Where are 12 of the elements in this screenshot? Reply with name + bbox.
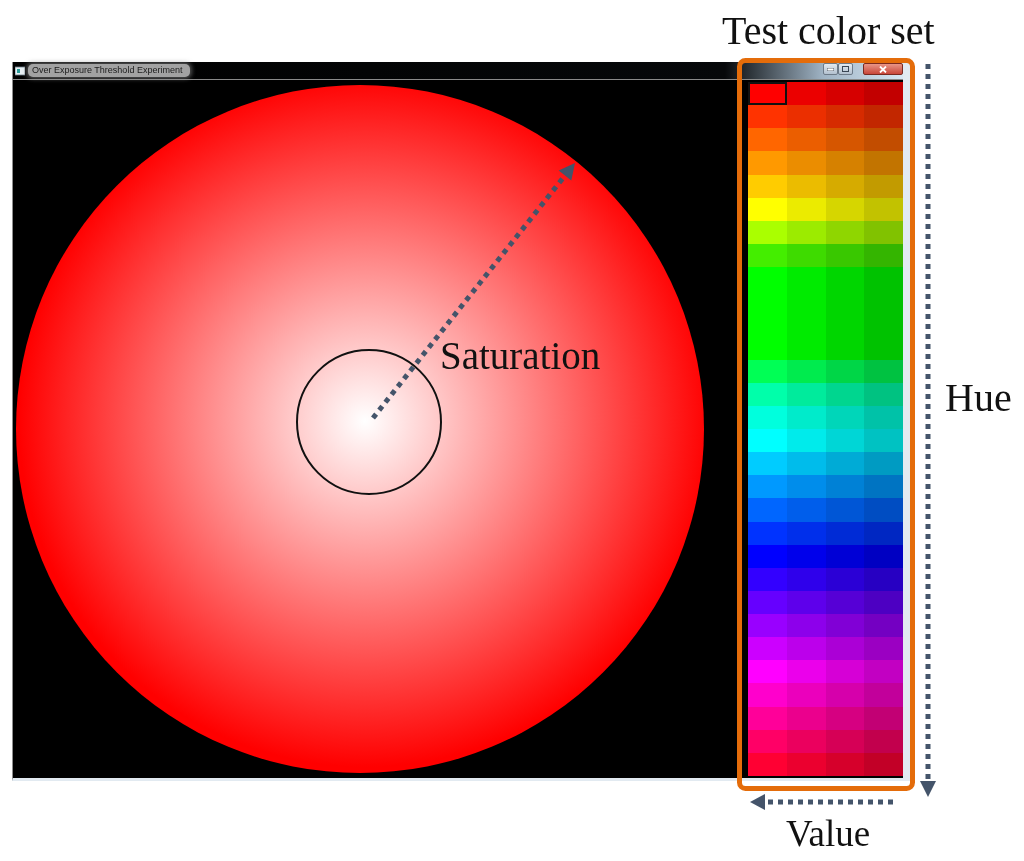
minimize-button[interactable] [823,63,838,75]
window-icon [15,65,25,76]
annotation-label: Hue [945,378,1012,418]
minimize-icon [827,67,834,71]
close-button[interactable] [863,63,903,75]
window-title: Over Exposure Threshold Experiment [28,64,191,77]
annotation-label: Saturation [440,336,601,375]
close-icon [879,65,887,73]
maximize-icon [842,66,849,72]
annotation-label: Value [786,815,871,852]
maximize-button[interactable] [838,63,853,75]
annotation-heading: Test color set [722,11,935,51]
